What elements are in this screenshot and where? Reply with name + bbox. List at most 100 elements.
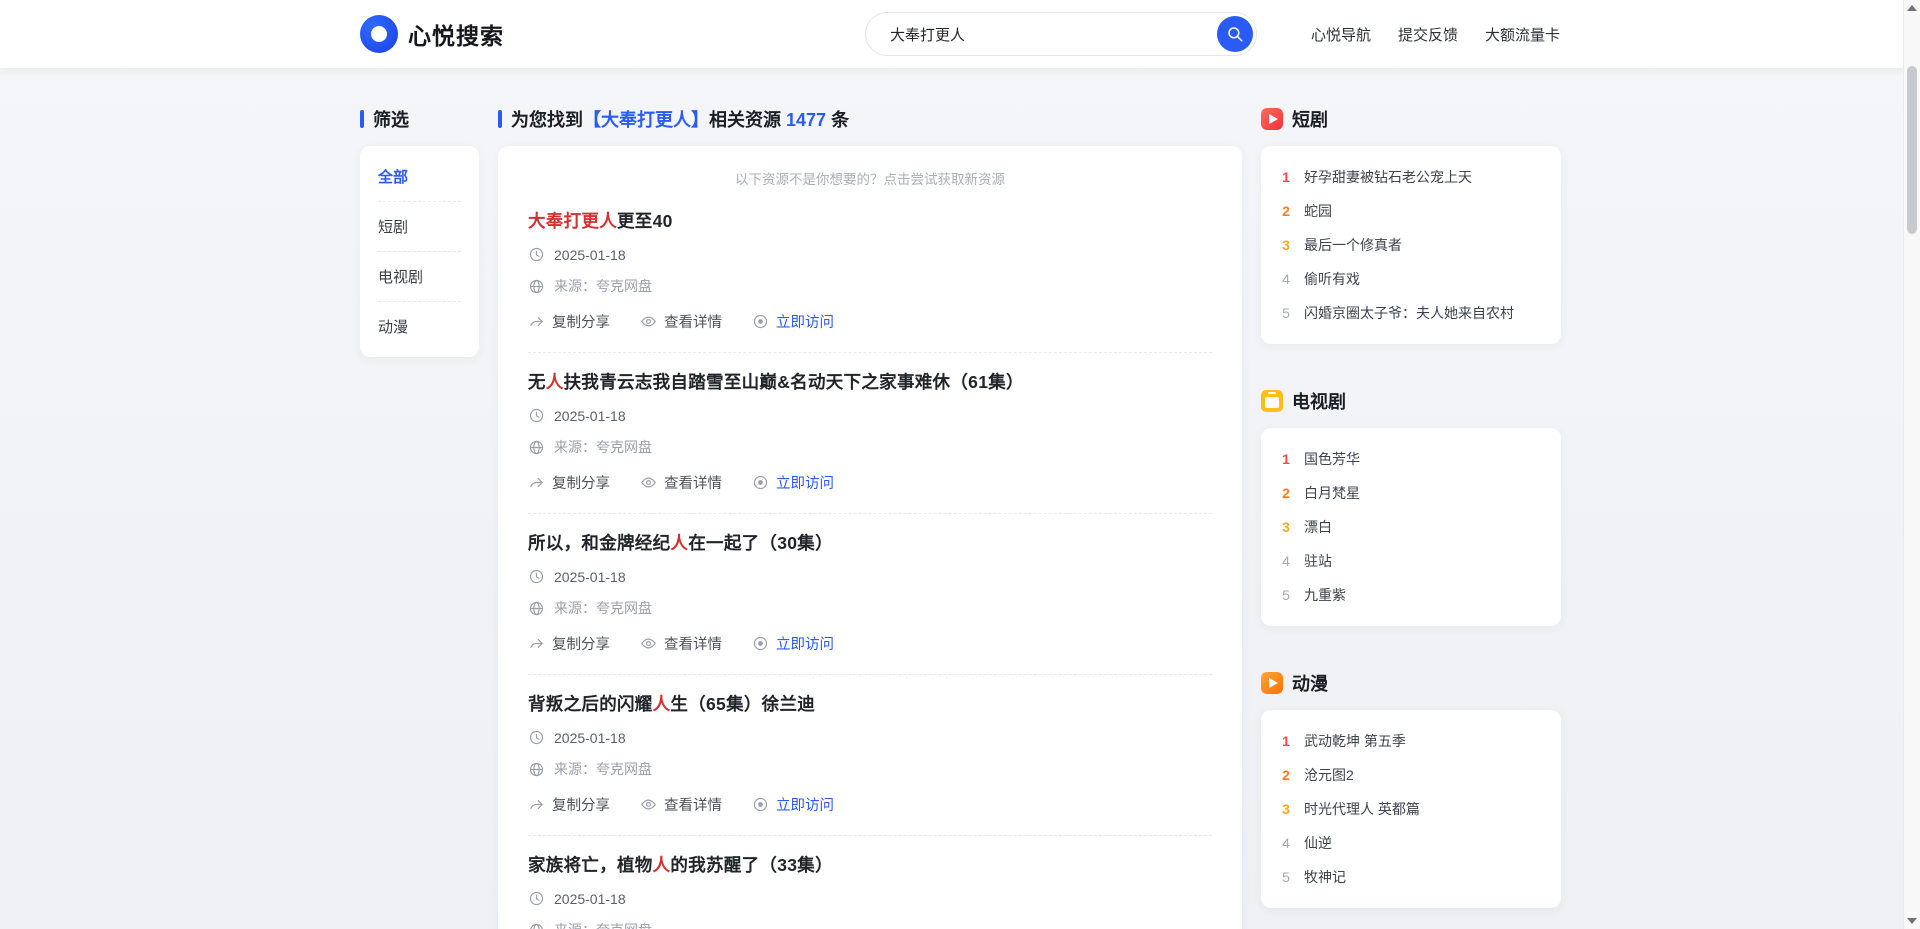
result-date-row: 2025-01-18 — [528, 890, 1212, 907]
visit-link[interactable]: 立即访问 — [752, 633, 834, 654]
scroll-down-button[interactable] — [1907, 918, 1917, 924]
nav-link-data-card[interactable]: 大额流量卡 — [1485, 24, 1560, 45]
result-title[interactable]: 背叛之后的闪耀人生（65集）徐兰迪 — [528, 691, 1212, 716]
result-source: 来源：夸克网盘 — [554, 759, 652, 779]
title-text: 生（65集）徐兰迪 — [670, 694, 815, 714]
copy-share-link[interactable]: 复制分享 — [528, 472, 610, 493]
share-icon — [528, 796, 545, 813]
title-text: 的我苏醒了（33集） — [670, 855, 832, 875]
rank-item[interactable]: 5九重紫 — [1279, 578, 1543, 612]
rank-number: 5 — [1279, 869, 1293, 885]
rank-number: 2 — [1279, 203, 1293, 219]
view-detail-link[interactable]: 查看详情 — [640, 472, 722, 493]
title-highlight: 人 — [546, 372, 564, 392]
result-list: 大奉打更人更至40 2025-01-18 来源：夸克网盘 复制分享 查看详情 立… — [528, 192, 1212, 929]
nav-link-feedback[interactable]: 提交反馈 — [1398, 24, 1458, 45]
filter-item-电视剧[interactable]: 电视剧 — [378, 252, 461, 302]
rank-item-label: 最后一个修真者 — [1304, 235, 1402, 255]
rank-item-label: 时光代理人 英都篇 — [1304, 799, 1420, 819]
rank-number: 1 — [1279, 733, 1293, 749]
rank-number: 5 — [1279, 305, 1293, 321]
result-title[interactable]: 家族将亡，植物人的我苏醒了（33集） — [528, 852, 1212, 877]
share-icon — [528, 313, 545, 330]
nav-link-navigation[interactable]: 心悦导航 — [1311, 24, 1371, 45]
logo[interactable]: 心悦搜索 — [360, 15, 504, 53]
rank-item[interactable]: 2白月梵星 — [1279, 476, 1543, 510]
rank-item[interactable]: 1国色芳华 — [1279, 442, 1543, 476]
visit-label: 立即访问 — [776, 794, 834, 815]
visit-link[interactable]: 立即访问 — [752, 311, 834, 332]
rank-item[interactable]: 5 闪婚京圈太子爷：夫人她来自农村 — [1279, 296, 1543, 330]
result-date-row: 2025-01-18 — [528, 246, 1212, 263]
play-orange-icon — [1261, 672, 1283, 694]
rank-title: 短剧 — [1292, 106, 1328, 132]
rank-item[interactable]: 2 蛇园 — [1279, 194, 1543, 228]
heading-keyword: 【大奉打更人】 — [583, 110, 709, 130]
rank-number: 3 — [1279, 801, 1293, 817]
view-detail-link[interactable]: 查看详情 — [640, 794, 722, 815]
view-detail-link[interactable]: 查看详情 — [640, 633, 722, 654]
title-text: 所以，和金牌经纪 — [528, 533, 670, 553]
filter-heading: 筛选 — [360, 106, 479, 132]
play-circle-icon — [752, 474, 769, 491]
rank-item[interactable]: 3 时光代理人 英都篇 — [1279, 792, 1543, 826]
rank-item[interactable]: 3最后一个修真者 — [1279, 228, 1543, 262]
result-actions: 复制分享 查看详情 立即访问 — [528, 311, 1212, 332]
visit-link[interactable]: 立即访问 — [752, 794, 834, 815]
filter-item-短剧[interactable]: 短剧 — [378, 202, 461, 252]
result-title[interactable]: 所以，和金牌经纪人在一起了（30集） — [528, 530, 1212, 555]
rank-card: 1好孕甜妻被钻石老公宠上天 2 蛇园 3最后一个修真者4偷听有戏 5 闪婚京圈太子爷：夫人… — [1261, 146, 1561, 344]
rank-item-label: 仙逆 — [1304, 833, 1332, 853]
rank-item[interactable]: 2沧元图2 — [1279, 758, 1543, 792]
filter-item-全部[interactable]: 全部 — [378, 152, 461, 202]
visit-label: 立即访问 — [776, 311, 834, 332]
rank-number: 1 — [1279, 169, 1293, 185]
rank-number: 3 — [1279, 519, 1293, 535]
title-text: 家族将亡，植物 — [528, 855, 653, 875]
result-title[interactable]: 无人扶我青云志我自踏雪至山巅&名动天下之家事难休（61集） — [528, 369, 1212, 394]
rank-item[interactable]: 5牧神记 — [1279, 860, 1543, 894]
clock-icon — [528, 729, 545, 746]
header-nav: 心悦导航 提交反馈 大额流量卡 — [1311, 24, 1560, 45]
title-highlight: 人 — [653, 855, 671, 875]
rank-item[interactable]: 1武动乾坤 第五季 — [1279, 724, 1543, 758]
filter-card: 全部短剧电视剧动漫 — [360, 146, 479, 357]
results-heading: 为您找到【大奉打更人】相关资源 1477 条 — [498, 106, 1242, 132]
copy-share-link[interactable]: 复制分享 — [528, 311, 610, 332]
result-source: 来源：夸克网盘 — [554, 920, 652, 929]
title-text: 在一起了（30集） — [688, 533, 833, 553]
search-input[interactable] — [865, 12, 1257, 56]
copy-share-label: 复制分享 — [552, 472, 610, 493]
rank-item-label: 蛇园 — [1304, 201, 1332, 221]
copy-share-link[interactable]: 复制分享 — [528, 794, 610, 815]
scrollbar[interactable] — [1903, 0, 1920, 929]
result-item: 无人扶我青云志我自踏雪至山巅&名动天下之家事难休（61集） 2025-01-18… — [528, 353, 1212, 514]
copy-share-label: 复制分享 — [552, 794, 610, 815]
copy-share-link[interactable]: 复制分享 — [528, 633, 610, 654]
search-button[interactable] — [1217, 16, 1253, 52]
refresh-notice[interactable]: 以下资源不是你想要的？点击尝试获取新资源 — [528, 168, 1212, 188]
title-text: 更至40 — [617, 211, 673, 231]
rank-section: 电视剧 1国色芳华2白月梵星3漂白4驻站5九重紫 — [1261, 388, 1561, 626]
visit-link[interactable]: 立即访问 — [752, 472, 834, 493]
eye-icon — [640, 796, 657, 813]
rank-item[interactable]: 3漂白 — [1279, 510, 1543, 544]
rank-item[interactable]: 4偷听有戏 — [1279, 262, 1543, 296]
rank-item-label: 驻站 — [1304, 551, 1332, 571]
globe-icon — [528, 600, 545, 617]
rank-item[interactable]: 4驻站 — [1279, 544, 1543, 578]
rank-item[interactable]: 4仙逆 — [1279, 826, 1543, 860]
view-detail-link[interactable]: 查看详情 — [640, 311, 722, 332]
rank-item[interactable]: 1好孕甜妻被钻石老公宠上天 — [1279, 160, 1543, 194]
play-circle-icon — [752, 635, 769, 652]
scrollbar-thumb[interactable] — [1907, 66, 1917, 234]
heading-middle: 相关资源 — [709, 110, 786, 130]
result-date-row: 2025-01-18 — [528, 568, 1212, 585]
title-text: 无 — [528, 372, 546, 392]
rank-item-label: 闪婚京圈太子爷：夫人她来自农村 — [1304, 303, 1514, 323]
scroll-up-button[interactable] — [1907, 5, 1917, 11]
filter-item-动漫[interactable]: 动漫 — [378, 302, 461, 351]
play-circle-icon — [752, 796, 769, 813]
heading-count: 1477 — [786, 110, 826, 130]
result-title[interactable]: 大奉打更人更至40 — [528, 208, 1212, 233]
